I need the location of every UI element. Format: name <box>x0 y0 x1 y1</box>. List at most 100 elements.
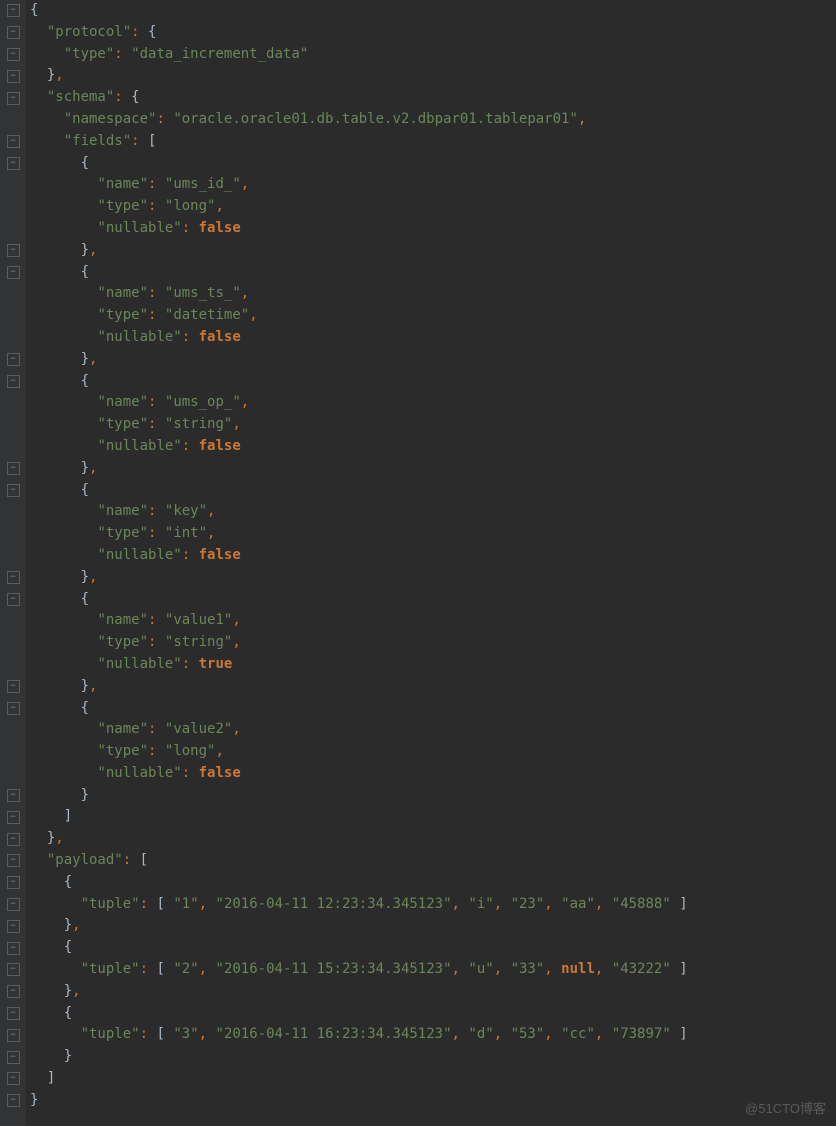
json-string: "cc" <box>561 1026 595 1042</box>
fold-close-icon[interactable]: − <box>7 680 20 693</box>
json-key: "nullable" <box>97 765 181 781</box>
fold-open-icon[interactable]: − <box>7 942 20 955</box>
fold-close-icon[interactable]: − <box>7 1094 20 1107</box>
json-string: "value2" <box>165 721 232 737</box>
json-string: "2016-04-11 16:23:34.345123" <box>216 1026 452 1042</box>
json-key: "tuple" <box>81 896 140 912</box>
json-string: "long" <box>165 743 216 759</box>
fold-close-icon[interactable]: − <box>7 833 20 846</box>
json-string: "long" <box>165 198 216 214</box>
json-string: "53" <box>511 1026 545 1042</box>
json-key: "nullable" <box>97 329 181 345</box>
json-bool: false <box>199 329 241 345</box>
json-string: "key" <box>165 503 207 519</box>
fold-close-icon[interactable]: − <box>7 1029 20 1042</box>
json-bool: true <box>199 656 233 672</box>
json-key: "protocol" <box>47 24 131 40</box>
fold-close-icon[interactable]: − <box>7 898 20 911</box>
json-string: "ums_ts_" <box>165 285 241 301</box>
json-key: "type" <box>97 634 148 650</box>
json-string: "1" <box>173 896 198 912</box>
fold-close-icon[interactable]: − <box>7 811 20 824</box>
json-key: "type" <box>97 743 148 759</box>
fold-close-icon[interactable]: − <box>7 48 20 61</box>
json-string: "73897" <box>612 1026 671 1042</box>
watermark: @51CTO博客 <box>745 1098 826 1120</box>
json-string: "u" <box>468 961 493 977</box>
json-string: "ums_id_" <box>165 176 241 192</box>
json-key: "name" <box>97 721 148 737</box>
json-key: "nullable" <box>97 220 181 236</box>
json-bool: false <box>199 438 241 454</box>
json-bool: false <box>199 765 241 781</box>
json-key: "name" <box>97 285 148 301</box>
fold-close-icon[interactable]: − <box>7 571 20 584</box>
fold-open-icon[interactable]: − <box>7 92 20 105</box>
fold-open-icon[interactable]: − <box>7 1007 20 1020</box>
json-string: "datetime" <box>165 307 249 323</box>
json-key: "nullable" <box>97 656 181 672</box>
json-key: "name" <box>97 394 148 410</box>
fold-open-icon[interactable]: − <box>7 593 20 606</box>
json-key: "payload" <box>47 852 123 868</box>
fold-gutter: − − − − − − − − − − − − − − − − − − <box>0 0 26 1126</box>
fold-open-icon[interactable]: − <box>7 876 20 889</box>
json-key: "schema" <box>47 89 114 105</box>
fold-close-icon[interactable]: − <box>7 70 20 83</box>
fold-close-icon[interactable]: − <box>7 985 20 998</box>
json-key: "name" <box>97 503 148 519</box>
json-string: "ums_op_" <box>165 394 241 410</box>
json-key: "tuple" <box>81 961 140 977</box>
fold-open-icon[interactable]: − <box>7 854 20 867</box>
json-key: "type" <box>97 416 148 432</box>
json-string: "string" <box>165 416 232 432</box>
fold-close-icon[interactable]: − <box>7 462 20 475</box>
json-string: "oracle.oracle01.db.table.v2.dbpar01.tab… <box>173 111 578 127</box>
fold-close-icon[interactable]: − <box>7 353 20 366</box>
json-string: "int" <box>165 525 207 541</box>
json-key: "nullable" <box>97 547 181 563</box>
fold-open-icon[interactable]: − <box>7 135 20 148</box>
fold-close-icon[interactable]: − <box>7 244 20 257</box>
json-string: "23" <box>511 896 545 912</box>
json-bool: false <box>199 220 241 236</box>
json-key: "name" <box>97 612 148 628</box>
fold-open-icon[interactable]: − <box>7 4 20 17</box>
json-key: "type" <box>97 525 148 541</box>
json-string: "i" <box>468 896 493 912</box>
json-string: "2016-04-11 15:23:34.345123" <box>216 961 452 977</box>
json-string: "string" <box>165 634 232 650</box>
fold-open-icon[interactable]: − <box>7 157 20 170</box>
json-string: "3" <box>173 1026 198 1042</box>
fold-open-icon[interactable]: − <box>7 702 20 715</box>
fold-close-icon[interactable]: − <box>7 1072 20 1085</box>
fold-open-icon[interactable]: − <box>7 26 20 39</box>
json-string: "33" <box>511 961 545 977</box>
json-key: "namespace" <box>64 111 157 127</box>
json-key: "tuple" <box>81 1026 140 1042</box>
json-string: "data_increment_data" <box>131 46 308 62</box>
code-area[interactable]: { "protocol": { "type": "data_increment_… <box>26 0 836 1126</box>
json-string: "43222" <box>612 961 671 977</box>
json-string: "aa" <box>561 896 595 912</box>
json-key: "name" <box>97 176 148 192</box>
code-editor[interactable]: − − − − − − − − − − − − − − − − − − <box>0 0 836 1126</box>
json-string: "d" <box>468 1026 493 1042</box>
json-key: "type" <box>64 46 115 62</box>
json-key: "fields" <box>64 133 131 149</box>
fold-close-icon[interactable]: − <box>7 963 20 976</box>
fold-open-icon[interactable]: − <box>7 484 20 497</box>
fold-close-icon[interactable]: − <box>7 789 20 802</box>
json-string: "value1" <box>165 612 232 628</box>
json-key: "nullable" <box>97 438 181 454</box>
fold-open-icon[interactable]: − <box>7 266 20 279</box>
json-string: "2016-04-11 12:23:34.345123" <box>216 896 452 912</box>
fold-close-icon[interactable]: − <box>7 920 20 933</box>
fold-open-icon[interactable]: − <box>7 375 20 388</box>
fold-close-icon[interactable]: − <box>7 1051 20 1064</box>
json-key: "type" <box>97 198 148 214</box>
json-key: "type" <box>97 307 148 323</box>
json-string: "2" <box>173 961 198 977</box>
json-bool: false <box>199 547 241 563</box>
json-null: null <box>561 961 595 977</box>
